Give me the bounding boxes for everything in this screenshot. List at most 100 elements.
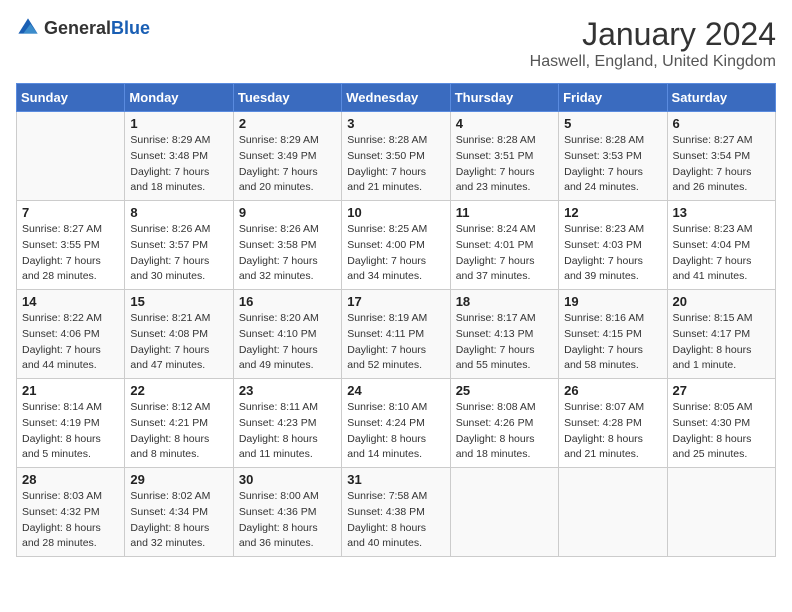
calendar-cell: 25 Sunrise: 8:08 AMSunset: 4:26 PMDayligh… — [450, 379, 558, 468]
calendar-week-row: 7 Sunrise: 8:27 AMSunset: 3:55 PMDaylight… — [17, 201, 776, 290]
day-header: Saturday — [667, 84, 775, 112]
cell-info: Sunrise: 8:20 AMSunset: 4:10 PMDaylight:… — [239, 311, 336, 374]
logo: GeneralBlue — [16, 16, 150, 40]
calendar-cell: 10 Sunrise: 8:25 AMSunset: 4:00 PMDayligh… — [342, 201, 450, 290]
day-number: 13 — [673, 205, 770, 220]
day-number: 20 — [673, 294, 770, 309]
cell-info: Sunrise: 8:17 AMSunset: 4:13 PMDaylight:… — [456, 311, 553, 374]
cell-info: Sunrise: 8:26 AMSunset: 3:58 PMDaylight:… — [239, 222, 336, 285]
day-number: 6 — [673, 116, 770, 131]
calendar-cell: 26Sunrise: 8:07 AMSunset: 4:28 PMDayligh… — [559, 379, 667, 468]
day-number: 29 — [130, 472, 227, 487]
cell-info: Sunrise: 8:23 AMSunset: 4:03 PMDaylight:… — [564, 222, 661, 285]
day-number: 17 — [347, 294, 444, 309]
cell-info: Sunrise: 8:27 AMSunset: 3:55 PMDaylight:… — [22, 222, 119, 285]
cell-info: Sunrise: 8:03 AMSunset: 4:32 PMDaylight:… — [22, 489, 119, 552]
day-header: Wednesday — [342, 84, 450, 112]
day-number: 19 — [564, 294, 661, 309]
day-header: Tuesday — [233, 84, 341, 112]
cell-info: Sunrise: 8:08 AMSunset: 4:26 PMDaylight:… — [456, 400, 553, 463]
day-number: 3 — [347, 116, 444, 131]
cell-info: Sunrise: 8:27 AMSunset: 3:54 PMDaylight:… — [673, 133, 770, 196]
calendar-cell: 22Sunrise: 8:12 AMSunset: 4:21 PMDayligh… — [125, 379, 233, 468]
calendar-cell: 23 Sunrise: 8:11 AMSunset: 4:23 PMDayligh… — [233, 379, 341, 468]
day-number: 7 — [22, 205, 119, 220]
month-title: January 2024 — [530, 16, 776, 53]
calendar-cell: 18 Sunrise: 8:17 AMSunset: 4:13 PMDayligh… — [450, 290, 558, 379]
cell-info: Sunrise: 8:11 AMSunset: 4:23 PMDaylight:… — [239, 400, 336, 463]
cell-info: Sunrise: 8:10 AMSunset: 4:24 PMDaylight:… — [347, 400, 444, 463]
cell-info: Sunrise: 8:07 AMSunset: 4:28 PMDaylight:… — [564, 400, 661, 463]
cell-info: Sunrise: 8:25 AMSunset: 4:00 PMDaylight:… — [347, 222, 444, 285]
calendar-cell: 8 Sunrise: 8:26 AMSunset: 3:57 PMDaylight… — [125, 201, 233, 290]
logo-text: GeneralBlue — [44, 18, 150, 39]
calendar-cell — [17, 112, 125, 201]
cell-info: Sunrise: 8:28 AMSunset: 3:50 PMDaylight:… — [347, 133, 444, 196]
day-number: 12 — [564, 205, 661, 220]
day-number: 31 — [347, 472, 444, 487]
calendar-cell — [559, 468, 667, 557]
calendar-cell: 17 Sunrise: 8:19 AMSunset: 4:11 PMDayligh… — [342, 290, 450, 379]
day-number: 24 — [347, 383, 444, 398]
cell-info: Sunrise: 8:29 AMSunset: 3:48 PMDaylight:… — [130, 133, 227, 196]
day-number: 28 — [22, 472, 119, 487]
day-number: 18 — [456, 294, 553, 309]
calendar-week-row: 1 Sunrise: 8:29 AMSunset: 3:48 PMDaylight… — [17, 112, 776, 201]
cell-info: Sunrise: 8:16 AMSunset: 4:15 PMDaylight:… — [564, 311, 661, 374]
calendar-cell: 31Sunrise: 7:58 AMSunset: 4:38 PMDayligh… — [342, 468, 450, 557]
day-number: 8 — [130, 205, 227, 220]
day-number: 4 — [456, 116, 553, 131]
calendar-cell: 13 Sunrise: 8:23 AMSunset: 4:04 PMDayligh… — [667, 201, 775, 290]
day-number: 5 — [564, 116, 661, 131]
cell-info: Sunrise: 8:23 AMSunset: 4:04 PMDaylight:… — [673, 222, 770, 285]
calendar-week-row: 21 Sunrise: 8:14 AMSunset: 4:19 PMDayligh… — [17, 379, 776, 468]
cell-info: Sunrise: 8:28 AMSunset: 3:51 PMDaylight:… — [456, 133, 553, 196]
calendar-cell: 5Sunrise: 8:28 AMSunset: 3:53 PMDaylight… — [559, 112, 667, 201]
cell-info: Sunrise: 8:14 AMSunset: 4:19 PMDaylight:… — [22, 400, 119, 463]
calendar-cell — [667, 468, 775, 557]
calendar-cell: 12 Sunrise: 8:23 AMSunset: 4:03 PMDayligh… — [559, 201, 667, 290]
day-number: 23 — [239, 383, 336, 398]
day-number: 30 — [239, 472, 336, 487]
cell-info: Sunrise: 8:00 AMSunset: 4:36 PMDaylight:… — [239, 489, 336, 552]
day-number: 21 — [22, 383, 119, 398]
day-number: 25 — [456, 383, 553, 398]
cell-info: Sunrise: 8:19 AMSunset: 4:11 PMDaylight:… — [347, 311, 444, 374]
header-row: SundayMondayTuesdayWednesdayThursdayFrid… — [17, 84, 776, 112]
cell-info: Sunrise: 8:05 AMSunset: 4:30 PMDaylight:… — [673, 400, 770, 463]
day-number: 15 — [130, 294, 227, 309]
day-number: 22 — [130, 383, 227, 398]
title-section: January 2024 Haswell, England, United Ki… — [530, 16, 776, 71]
day-number: 10 — [347, 205, 444, 220]
calendar-cell: 20 Sunrise: 8:15 AMSunset: 4:17 PMDayligh… — [667, 290, 775, 379]
cell-info: Sunrise: 8:02 AMSunset: 4:34 PMDaylight:… — [130, 489, 227, 552]
day-header: Friday — [559, 84, 667, 112]
calendar-cell: 14Sunrise: 8:22 AMSunset: 4:06 PMDayligh… — [17, 290, 125, 379]
calendar-cell: 27 Sunrise: 8:05 AMSunset: 4:30 PMDayligh… — [667, 379, 775, 468]
day-number: 9 — [239, 205, 336, 220]
cell-info: Sunrise: 8:26 AMSunset: 3:57 PMDaylight:… — [130, 222, 227, 285]
page-header: GeneralBlue January 2024 Haswell, Englan… — [16, 16, 776, 71]
calendar-cell: 15 Sunrise: 8:21 AMSunset: 4:08 PMDayligh… — [125, 290, 233, 379]
day-number: 2 — [239, 116, 336, 131]
cell-info: Sunrise: 8:21 AMSunset: 4:08 PMDaylight:… — [130, 311, 227, 374]
day-number: 27 — [673, 383, 770, 398]
cell-info: Sunrise: 8:24 AMSunset: 4:01 PMDaylight:… — [456, 222, 553, 285]
day-header: Monday — [125, 84, 233, 112]
calendar-cell — [450, 468, 558, 557]
calendar-cell: 30 Sunrise: 8:00 AMSunset: 4:36 PMDayligh… — [233, 468, 341, 557]
calendar-cell: 16 Sunrise: 8:20 AMSunset: 4:10 PMDayligh… — [233, 290, 341, 379]
day-number: 11 — [456, 205, 553, 220]
day-number: 16 — [239, 294, 336, 309]
cell-info: Sunrise: 8:22 AMSunset: 4:06 PMDaylight:… — [22, 311, 119, 374]
calendar-cell: 29 Sunrise: 8:02 AMSunset: 4:34 PMDayligh… — [125, 468, 233, 557]
calendar-week-row: 14Sunrise: 8:22 AMSunset: 4:06 PMDayligh… — [17, 290, 776, 379]
cell-info: Sunrise: 8:15 AMSunset: 4:17 PMDaylight:… — [673, 311, 770, 374]
calendar-cell: 9 Sunrise: 8:26 AMSunset: 3:58 PMDaylight… — [233, 201, 341, 290]
calendar-cell: 21 Sunrise: 8:14 AMSunset: 4:19 PMDayligh… — [17, 379, 125, 468]
day-number: 1 — [130, 116, 227, 131]
calendar-week-row: 28 Sunrise: 8:03 AMSunset: 4:32 PMDayligh… — [17, 468, 776, 557]
calendar-cell: 7 Sunrise: 8:27 AMSunset: 3:55 PMDaylight… — [17, 201, 125, 290]
logo-icon — [16, 16, 40, 40]
calendar-cell: 3 Sunrise: 8:28 AMSunset: 3:50 PMDaylight… — [342, 112, 450, 201]
